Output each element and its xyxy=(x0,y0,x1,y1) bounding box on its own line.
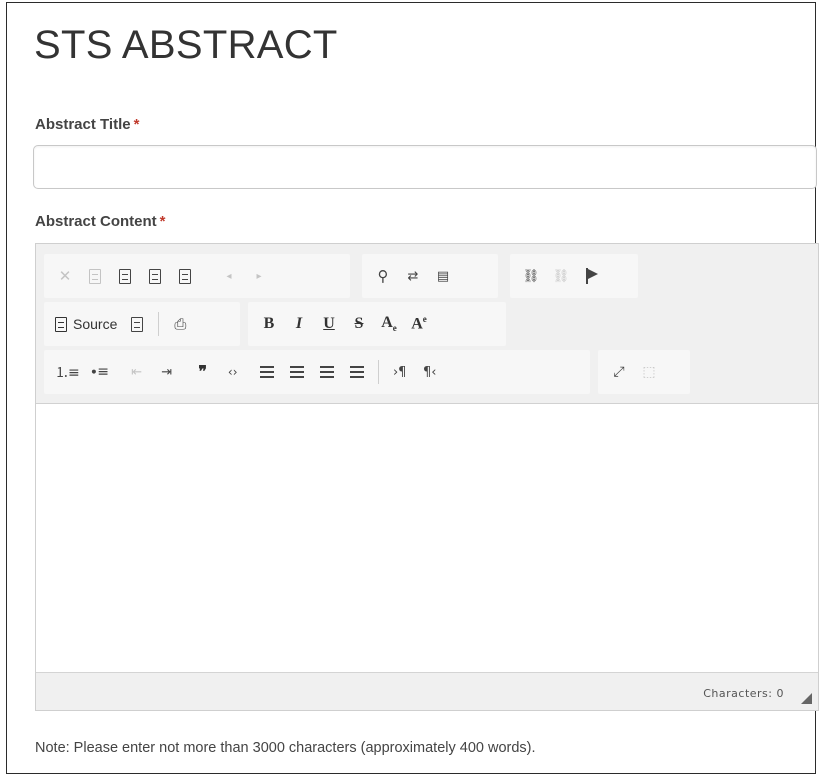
align-right-button[interactable] xyxy=(312,357,342,387)
replace-button[interactable]: ⇄ xyxy=(398,261,428,291)
paste-text-icon xyxy=(149,268,161,284)
search-icon: ⚲ xyxy=(377,267,389,285)
blockquote-button[interactable]: ❞ xyxy=(188,357,218,387)
select-all-button[interactable]: ▤ xyxy=(428,261,458,291)
toolbar-separator xyxy=(158,312,160,336)
maximize-button[interactable]: ⤢ xyxy=(604,357,634,387)
paragraph-group: ⒈≡ ∙≡ ⇤ ⇥ ❞ ‹› ›¶ ¶‹ xyxy=(44,350,590,394)
align-right-icon xyxy=(319,366,334,378)
preview-button[interactable] xyxy=(122,309,152,339)
bulleted-list-button[interactable]: ∙≡ xyxy=(84,357,114,387)
bold-icon: B xyxy=(263,315,275,332)
link-button[interactable]: ⛓ xyxy=(516,261,546,291)
page-title: STS ABSTRACT xyxy=(34,23,338,67)
paste-icon xyxy=(119,268,131,284)
code-button[interactable]: ‹› xyxy=(218,357,248,387)
copy-button[interactable] xyxy=(80,261,110,291)
redo-icon: ▸ xyxy=(256,270,262,282)
undo-icon: ◂ xyxy=(226,270,232,282)
strikethrough-icon: S xyxy=(354,315,364,332)
text-direction-ltr-icon: ›¶ xyxy=(392,364,407,380)
subscript-icon: Ae xyxy=(381,314,397,334)
source-label: Source xyxy=(73,316,118,332)
character-limit-note: Note: Please enter not more than 3000 ch… xyxy=(35,740,536,756)
cut-button[interactable]: ✕ xyxy=(50,261,80,291)
link-icon: ⛓ xyxy=(522,268,540,284)
print-icon: ⎙ xyxy=(174,315,187,333)
clipboard-group: ✕ ◂ ▸ xyxy=(44,254,350,298)
text-direction-rtl-icon: ¶‹ xyxy=(422,364,437,380)
numbered-list-icon: ⒈≡ xyxy=(55,365,80,381)
superscript-icon: Ae xyxy=(411,314,427,333)
align-left-button[interactable] xyxy=(252,357,282,387)
justify-icon xyxy=(349,366,364,378)
paste-text-button[interactable] xyxy=(140,261,170,291)
maximize-icon: ⤢ xyxy=(613,364,625,380)
outdent-button[interactable]: ⇤ xyxy=(122,357,152,387)
abstract-title-label-text: Abstract Title xyxy=(35,116,131,133)
align-center-button[interactable] xyxy=(282,357,312,387)
replace-icon: ⇄ xyxy=(407,268,419,284)
find-group: ⚲ ⇄ ▤ xyxy=(362,254,498,298)
abstract-title-input[interactable] xyxy=(33,145,817,189)
blockquote-icon: ❞ xyxy=(198,364,208,381)
code-icon: ‹› xyxy=(227,365,238,379)
find-button[interactable]: ⚲ xyxy=(368,261,398,291)
character-count: Characters: 0 xyxy=(703,687,784,700)
resize-handle-icon[interactable] xyxy=(801,693,812,704)
abstract-content-label-text: Abstract Content xyxy=(35,213,157,230)
link-group: ⛓ ⛓ xyxy=(510,254,638,298)
tools-group: ⤢ ⬚ xyxy=(598,350,690,394)
print-button[interactable]: ⎙ xyxy=(165,309,195,339)
abstract-content-label: Abstract Content * xyxy=(35,213,166,230)
anchor-button[interactable] xyxy=(576,261,606,291)
unlink-button[interactable]: ⛓ xyxy=(546,261,576,291)
form-panel: STS ABSTRACT Abstract Title * Abstract Co… xyxy=(6,2,819,774)
document-group: Source ⎙ xyxy=(44,302,240,346)
indent-button[interactable]: ⇥ xyxy=(152,357,182,387)
strike-button[interactable]: S xyxy=(344,309,374,339)
rich-text-editor: ✕ ◂ ▸ ⚲ ⇄ ▤ ⛓ ⛓ Source ⎙ B I U S Ae Ae ⒈… xyxy=(35,243,819,711)
rtl-button[interactable]: ¶‹ xyxy=(415,357,445,387)
unlink-icon: ⛓ xyxy=(552,268,570,284)
source-button[interactable]: Source xyxy=(50,309,122,339)
italic-icon: I xyxy=(295,315,303,332)
flag-icon xyxy=(585,268,598,284)
required-marker: * xyxy=(133,116,140,133)
preview-icon xyxy=(131,316,144,332)
redo-button[interactable]: ▸ xyxy=(244,261,274,291)
show-blocks-button[interactable]: ⬚ xyxy=(634,357,664,387)
basic-styles-group: B I U S Ae Ae xyxy=(248,302,506,346)
source-icon xyxy=(55,316,67,332)
abstract-content-editable-area[interactable] xyxy=(36,405,818,673)
outdent-icon: ⇤ xyxy=(131,364,143,380)
italic-button[interactable]: I xyxy=(284,309,314,339)
required-marker: * xyxy=(159,213,166,230)
cut-icon: ✕ xyxy=(58,267,72,285)
indent-icon: ⇥ xyxy=(161,364,173,380)
justify-button[interactable] xyxy=(342,357,372,387)
bold-button[interactable]: B xyxy=(254,309,284,339)
bulleted-list-icon: ∙≡ xyxy=(89,364,108,380)
paste-button[interactable] xyxy=(110,261,140,291)
paste-word-icon xyxy=(179,268,191,284)
copy-icon xyxy=(89,268,101,284)
underline-button[interactable]: U xyxy=(314,309,344,339)
ltr-button[interactable]: ›¶ xyxy=(385,357,415,387)
editor-status-bar: Characters: 0 xyxy=(36,672,818,710)
show-blocks-icon: ⬚ xyxy=(642,364,656,380)
subscript-button[interactable]: Ae xyxy=(374,309,404,339)
align-left-icon xyxy=(259,366,274,378)
toolbar-separator xyxy=(377,360,379,384)
select-all-icon: ▤ xyxy=(436,268,450,284)
undo-button[interactable]: ◂ xyxy=(214,261,244,291)
numbered-list-button[interactable]: ⒈≡ xyxy=(50,357,84,387)
align-center-icon xyxy=(289,366,304,378)
superscript-button[interactable]: Ae xyxy=(404,309,434,339)
paste-word-button[interactable] xyxy=(170,261,200,291)
underline-icon: U xyxy=(323,315,335,332)
editor-toolbar: ✕ ◂ ▸ ⚲ ⇄ ▤ ⛓ ⛓ Source ⎙ B I U S Ae Ae ⒈… xyxy=(36,244,818,404)
abstract-title-label: Abstract Title * xyxy=(35,116,139,133)
